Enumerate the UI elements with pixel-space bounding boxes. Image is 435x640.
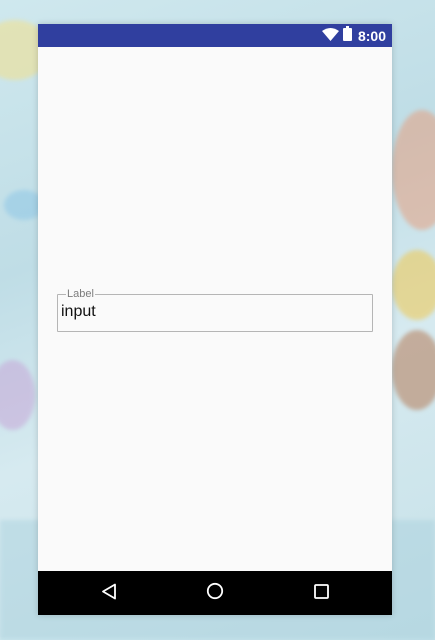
back-button[interactable]: [89, 573, 129, 613]
status-time: 8:00: [357, 27, 386, 44]
phone-screen: 8:00 Label: [38, 24, 392, 615]
text-field[interactable]: Label: [57, 289, 373, 332]
background-blob: [392, 110, 435, 230]
field-label: Label: [67, 288, 94, 300]
wifi-icon: [321, 26, 339, 45]
recents-icon: [313, 583, 329, 603]
status-bar: 8:00: [38, 24, 392, 47]
text-input[interactable]: [61, 303, 369, 321]
navigation-bar: [38, 571, 392, 615]
background-blob: [392, 330, 435, 410]
battery-icon: [342, 26, 352, 45]
recents-button[interactable]: [301, 573, 341, 613]
main-content: Label: [38, 47, 392, 571]
background-blob: [392, 250, 435, 320]
back-icon: [101, 583, 117, 604]
home-icon: [206, 582, 224, 604]
home-button[interactable]: [195, 573, 235, 613]
background-blob: [0, 360, 35, 430]
